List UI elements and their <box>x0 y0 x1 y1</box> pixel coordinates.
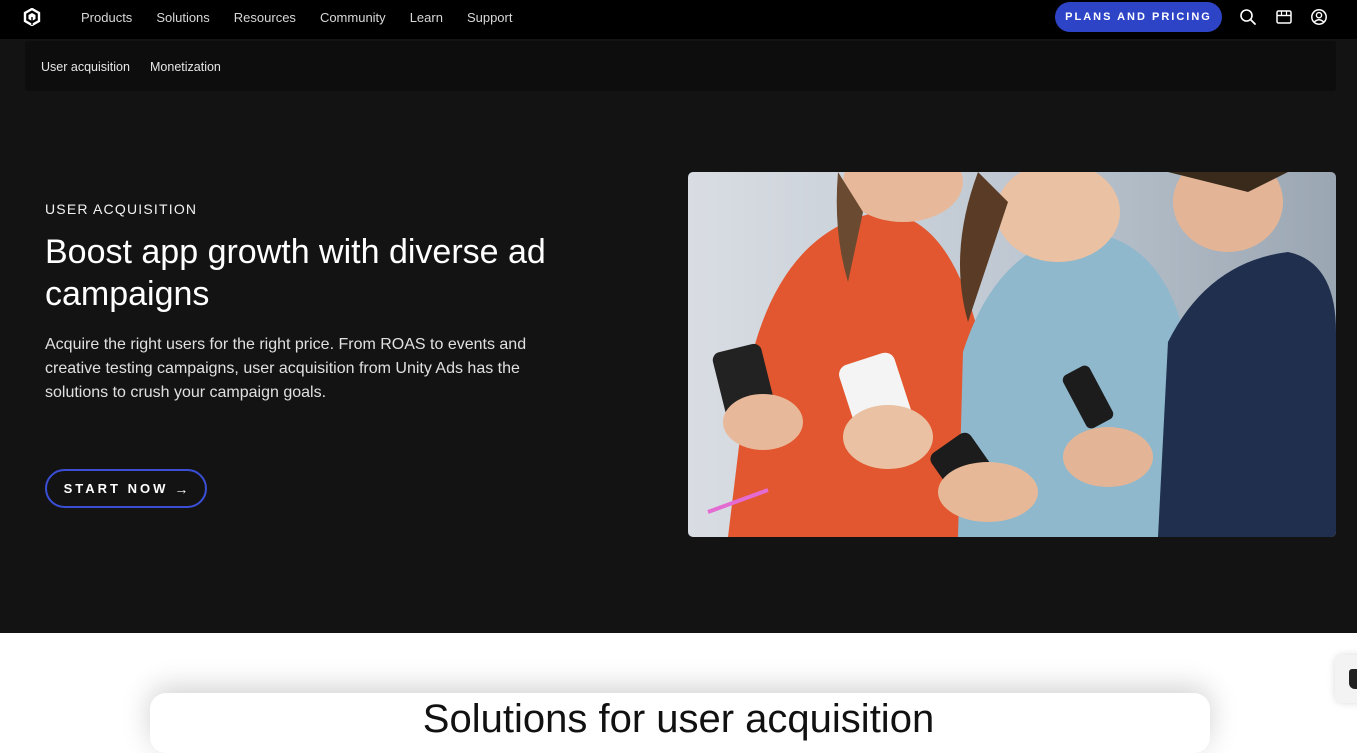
start-now-label: START NOW <box>63 481 169 496</box>
hero-image <box>688 172 1336 537</box>
top-navigation: Products Solutions Resources Community L… <box>0 0 1357 39</box>
section-eyebrow: USER ACQUISITION <box>45 201 198 217</box>
solutions-title: Solutions for user acquisition <box>422 697 935 741</box>
hero-description: Acquire the right users for the right pr… <box>45 336 527 401</box>
shield-icon <box>1349 669 1357 689</box>
nav-item-solutions[interactable]: Solutions <box>156 10 209 25</box>
subnav-item-user-acquisition[interactable]: User acquisition <box>41 60 130 74</box>
unity-logo-icon[interactable] <box>23 8 41 26</box>
nav-item-support[interactable]: Support <box>467 10 513 25</box>
nav-item-products[interactable]: Products <box>81 10 132 25</box>
nav-item-resources[interactable]: Resources <box>234 10 296 25</box>
account-icon[interactable] <box>1310 8 1328 26</box>
plans-and-pricing-button[interactable]: PLANS AND PRICING <box>1055 2 1222 32</box>
nav-item-community[interactable]: Community <box>320 10 386 25</box>
start-now-button[interactable]: START NOW → <box>45 469 207 508</box>
store-icon[interactable] <box>1275 8 1293 26</box>
main-menu: Products Solutions Resources Community L… <box>81 0 536 35</box>
privacy-widget[interactable] <box>1335 655 1357 703</box>
nav-item-learn[interactable]: Learn <box>410 10 443 25</box>
solutions-section: Solutions for user acquisition <box>0 633 1357 753</box>
sub-navigation: User acquisition Monetization <box>25 41 1336 91</box>
hero-section: User acquisition Monetization USER ACQUI… <box>0 39 1357 633</box>
page-title: Boost app growth with diverse ad campaig… <box>45 233 546 313</box>
subnav-item-monetization[interactable]: Monetization <box>150 60 221 74</box>
arrow-right-icon: → <box>174 480 189 497</box>
search-icon[interactable] <box>1239 8 1257 26</box>
